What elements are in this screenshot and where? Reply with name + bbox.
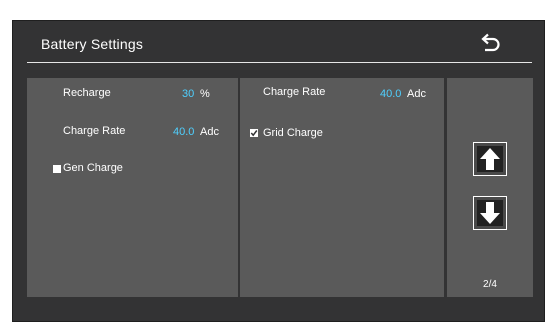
recharge-value[interactable]: 30 bbox=[182, 88, 194, 100]
settings-panel-left: Recharge 30 % Charge Rate 40.0 Adc Gen C… bbox=[27, 78, 238, 297]
header: Battery Settings bbox=[13, 21, 544, 63]
header-divider bbox=[27, 62, 532, 63]
gen-charge-label: Gen Charge bbox=[63, 162, 123, 174]
grid-charge-label: Grid Charge bbox=[263, 127, 323, 139]
page-title: Battery Settings bbox=[41, 36, 144, 52]
page-down-button[interactable] bbox=[473, 196, 507, 230]
back-return-icon bbox=[481, 33, 500, 52]
charge-rate-label: Charge Rate bbox=[63, 125, 126, 137]
page-up-button[interactable] bbox=[473, 142, 507, 176]
page-nav-panel: 2/4 bbox=[447, 78, 533, 297]
grid-charge-rate-value[interactable]: 40.0 bbox=[380, 88, 401, 100]
grid-charge-checkbox[interactable] bbox=[250, 129, 258, 137]
gen-charge-checkbox[interactable] bbox=[53, 165, 61, 173]
charge-rate-value[interactable]: 40.0 bbox=[173, 126, 194, 138]
checkmark-icon bbox=[250, 130, 258, 137]
recharge-unit: % bbox=[200, 88, 210, 100]
back-button[interactable] bbox=[477, 30, 503, 56]
recharge-label: Recharge bbox=[63, 87, 111, 99]
arrow-up-icon bbox=[480, 148, 500, 170]
page-indicator: 2/4 bbox=[483, 279, 497, 290]
grid-charge-rate-label: Charge Rate bbox=[263, 86, 326, 98]
battery-settings-screen: Battery Settings Recharge 30 % Charge Ra… bbox=[12, 20, 545, 322]
settings-panel-middle: Charge Rate 40.0 Adc Grid Charge bbox=[240, 78, 444, 297]
charge-rate-unit: Adc bbox=[200, 126, 219, 138]
arrow-down-icon bbox=[480, 202, 500, 224]
grid-charge-rate-unit: Adc bbox=[407, 88, 426, 100]
